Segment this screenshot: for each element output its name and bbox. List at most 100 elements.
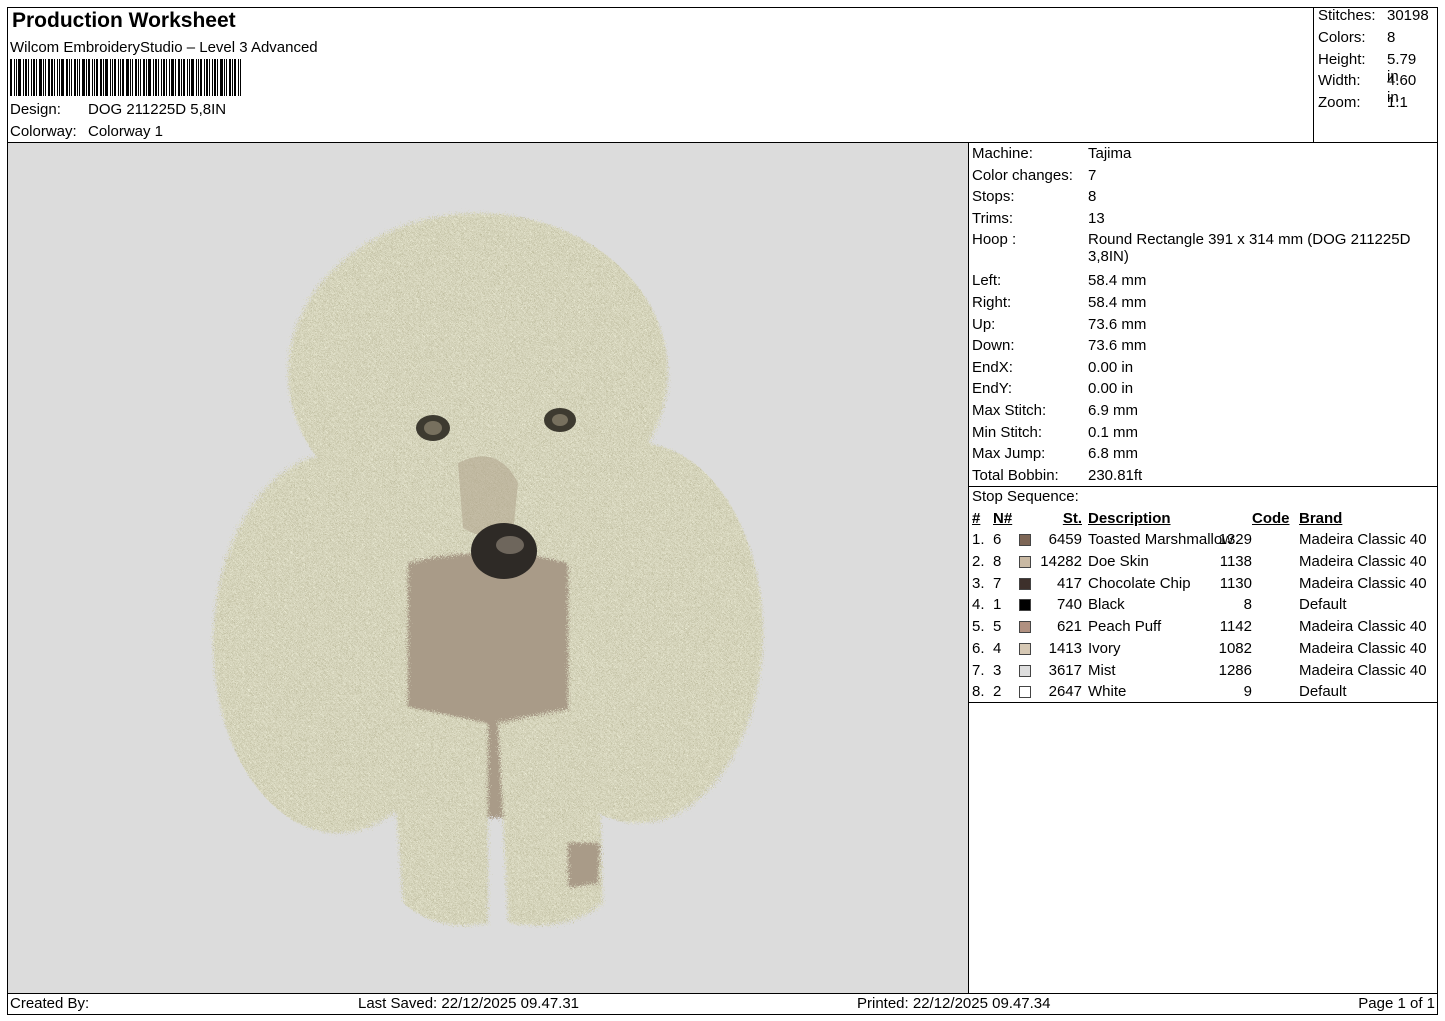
info-max-jump: Max Jump: 6.8 mm bbox=[972, 445, 1139, 463]
row-number: 2. bbox=[972, 553, 985, 571]
row-description: Black bbox=[1088, 596, 1125, 614]
color-swatch bbox=[1019, 621, 1031, 634]
color-swatch bbox=[1019, 556, 1031, 569]
row-brand: Madeira Classic 40 bbox=[1299, 618, 1427, 636]
row-brand: Madeira Classic 40 bbox=[1299, 661, 1427, 679]
row-brand: Default bbox=[1299, 683, 1347, 701]
color-swatch bbox=[1019, 534, 1031, 547]
info-trims: Trims: 13 bbox=[972, 209, 1105, 227]
panel-divider bbox=[968, 142, 969, 993]
stop-sequence-row: 7. 3 3617 Mist 1286 Madeira Classic 40 bbox=[972, 662, 1436, 684]
row-number: 1. bbox=[972, 531, 985, 549]
stop-sequence-row: 2. 8 14282 Doe Skin 1138 Madeira Classic 40 bbox=[972, 553, 1436, 575]
row-number: 3. bbox=[972, 574, 985, 592]
row-description: Chocolate Chip bbox=[1088, 574, 1191, 592]
page-number: Page 1 of 1 bbox=[1358, 995, 1435, 1012]
row-needle: 4 bbox=[993, 639, 1002, 657]
row-stitches: 1413 bbox=[1048, 639, 1082, 657]
info-hoop: Hoop : Round Rectangle 391 x 314 mm (DOG … bbox=[972, 231, 1411, 266]
footer-divider bbox=[7, 993, 1438, 994]
row-number: 6. bbox=[972, 639, 985, 657]
stop-sequence-row: 5. 5 621 Peach Puff 1142 Madeira Classic 40 bbox=[972, 618, 1436, 640]
col-header-description: Description bbox=[1088, 509, 1171, 527]
row-code: 1286 bbox=[1218, 661, 1252, 679]
row-needle: 1 bbox=[993, 596, 1002, 614]
col-header-stitches: St. bbox=[1062, 509, 1082, 527]
row-number: 7. bbox=[972, 661, 985, 679]
barcode bbox=[10, 59, 332, 96]
row-brand: Madeira Classic 40 bbox=[1299, 553, 1427, 571]
stats-divider bbox=[1313, 7, 1314, 142]
last-saved: Last Saved: 22/12/2025 09.47.31 bbox=[358, 995, 580, 1012]
color-swatch bbox=[1019, 664, 1031, 677]
col-header-num: # bbox=[972, 509, 981, 527]
color-swatch bbox=[1019, 599, 1031, 612]
design-preview bbox=[8, 143, 968, 993]
row-needle: 6 bbox=[993, 531, 1002, 549]
row-brand: Default bbox=[1299, 596, 1347, 614]
row-stitches: 3617 bbox=[1048, 661, 1082, 679]
info-color-changes: Color changes: 7 bbox=[972, 166, 1097, 184]
embroidery-poodle-image bbox=[213, 213, 763, 926]
info-max-stitch: Max Stitch: 6.9 mm bbox=[972, 401, 1139, 419]
row-needle: 2 bbox=[993, 683, 1002, 701]
row-code: 1142 bbox=[1219, 618, 1252, 636]
stop-sequence-title: Stop Sequence: bbox=[972, 488, 1079, 505]
row-description: Doe Skin bbox=[1088, 553, 1149, 571]
row-stitches: 14282 bbox=[1040, 553, 1082, 571]
row-stitches: 621 bbox=[1056, 618, 1082, 636]
row-needle: 3 bbox=[993, 661, 1002, 679]
stop-sequence-row: 6. 4 1413 Ivory 1082 Madeira Classic 40 bbox=[972, 640, 1436, 662]
row-needle: 8 bbox=[993, 553, 1002, 571]
software-name: Wilcom EmbroideryStudio – Level 3 Advanc… bbox=[10, 39, 318, 56]
row-code: 9 bbox=[1243, 683, 1252, 701]
row-description: Toasted Marshmallow bbox=[1088, 531, 1234, 549]
row-brand: Madeira Classic 40 bbox=[1299, 639, 1427, 657]
colorway-label: Colorway: bbox=[10, 123, 77, 140]
color-swatch bbox=[1019, 686, 1031, 699]
design-label: Design: bbox=[10, 101, 61, 118]
row-needle: 5 bbox=[993, 618, 1002, 636]
row-code: 8 bbox=[1243, 596, 1252, 614]
row-code: 1130 bbox=[1219, 574, 1252, 592]
colorway-value: Colorway 1 bbox=[88, 123, 164, 140]
row-number: 8. bbox=[972, 683, 985, 701]
col-header-needle: N# bbox=[993, 509, 1013, 527]
info-total-bobbin: Total Bobbin: 230.81ft bbox=[972, 466, 1143, 484]
col-header-code: Code bbox=[1252, 509, 1290, 527]
stop-sequence-table: Stop Sequence: # N# St. Description Code… bbox=[972, 488, 1436, 705]
info-right: Right: 58.4 mm bbox=[972, 293, 1147, 311]
info-left: Left: 58.4 mm bbox=[972, 272, 1147, 290]
row-stitches: 6459 bbox=[1048, 531, 1082, 549]
row-code: 1138 bbox=[1219, 553, 1252, 571]
machine-info-panel: Machine: Tajima Color changes: 7 Stops: 8 T… bbox=[972, 145, 1436, 488]
row-description: Peach Puff bbox=[1088, 618, 1162, 636]
row-number: 5. bbox=[972, 618, 985, 636]
row-description: White bbox=[1088, 683, 1127, 701]
info-endy: EndY: 0.00 in bbox=[972, 380, 1134, 398]
info-endx: EndX: 0.00 in bbox=[972, 358, 1134, 376]
color-swatch bbox=[1019, 642, 1031, 655]
row-number: 4. bbox=[972, 596, 985, 614]
row-stitches: 2647 bbox=[1048, 683, 1082, 701]
row-code: 1329 bbox=[1218, 531, 1252, 549]
col-header-brand: Brand bbox=[1299, 509, 1343, 527]
row-brand: Madeira Classic 40 bbox=[1299, 574, 1427, 592]
row-needle: 7 bbox=[993, 574, 1002, 592]
color-swatch bbox=[1019, 577, 1031, 590]
row-stitches: 417 bbox=[1056, 574, 1082, 592]
info-stops: Stops: 8 bbox=[972, 188, 1097, 206]
row-stitches: 740 bbox=[1056, 596, 1082, 614]
stop-sequence-row: 1. 6 6459 Toasted Marshmallow 1329 Madeira Cl… bbox=[972, 531, 1436, 553]
created-by: Created By: bbox=[10, 995, 90, 1012]
design-value: DOG 211225D 5,8IN bbox=[88, 101, 227, 118]
row-description: Ivory bbox=[1088, 639, 1121, 657]
stop-sequence-row: 8. 2 2647 White 9 Default bbox=[972, 683, 1436, 705]
stop-sequence-header-row: # N# St. Description Code Brand bbox=[972, 510, 1436, 532]
page-title: Production Worksheet bbox=[12, 9, 236, 32]
stop-sequence-row: 3. 7 417 Chocolate Chip 1130 Madeira Classic … bbox=[972, 575, 1436, 597]
info-min-stitch: Min Stitch: 0.1 mm bbox=[972, 423, 1139, 441]
stop-sequence-title-row: Stop Sequence: bbox=[972, 488, 1436, 510]
info-up: Up: 73.6 mm bbox=[972, 315, 1147, 333]
stop-sequence-row: 4. 1 740 Black 8 Default bbox=[972, 596, 1436, 618]
